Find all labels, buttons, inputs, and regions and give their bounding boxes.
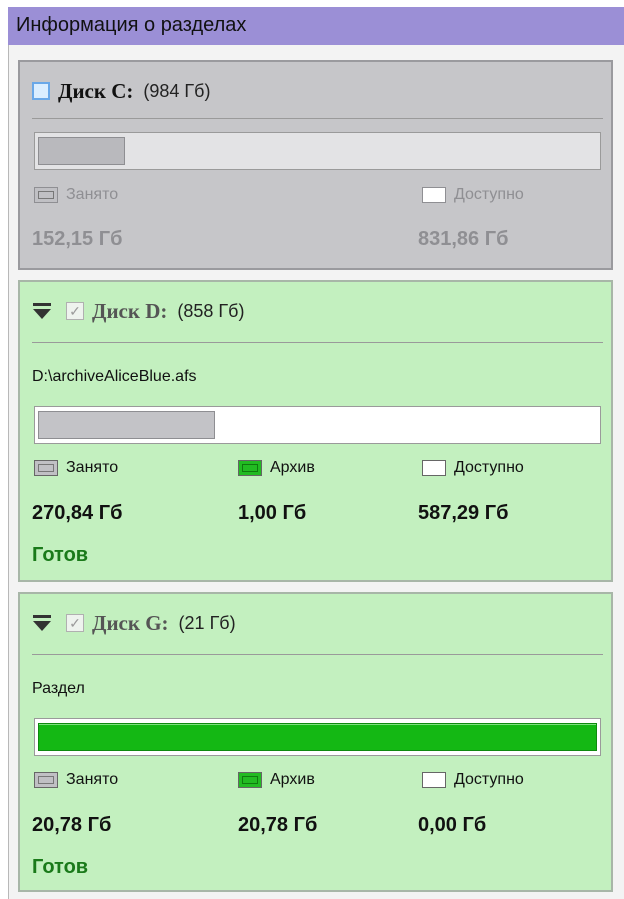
disk-c-available-value: 831,86 Гб (418, 228, 509, 250)
disk-c-separator (32, 118, 603, 119)
collapse-arrow-icon[interactable] (32, 613, 52, 633)
disk-c-usage-bar (34, 132, 601, 170)
disk-d-status: Готов (32, 544, 89, 566)
disk-d-legend-archive-label: Архив (270, 459, 315, 476)
disk-d-separator (32, 342, 603, 343)
window-title: Информация о разделах (16, 14, 247, 36)
disk-c-legend-available-label: Доступно (454, 186, 524, 203)
disk-g-status: Готов (32, 856, 89, 878)
disk-c-legend-used-label: Занято (66, 186, 119, 203)
disk-g-legend-available: Доступно (422, 771, 524, 789)
disk-g-legend-used-label: Занято (66, 771, 119, 788)
available-swatch-icon (422, 772, 446, 788)
disk-d-used-fill (38, 411, 215, 439)
disk-g-path: Раздел (32, 680, 85, 697)
disk-d-available-value: 587,29 Гб (418, 502, 509, 524)
disk-c-header: Диск C: (984 Гб) (32, 76, 210, 106)
disk-d-size: (858 Гб) (177, 300, 245, 321)
disk-g-usage-bar (34, 718, 601, 756)
disk-c-panel: Диск C: (984 Гб) Занято Доступно 152,15 … (18, 60, 613, 270)
disk-g-available-value: 0,00 Гб (418, 814, 487, 836)
disk-c-legend-used: Занято (34, 186, 118, 204)
disk-c-used-fill (38, 137, 125, 165)
disk-d-usage-bar (34, 406, 601, 444)
disk-d-checkbox[interactable]: ✓ (66, 302, 84, 320)
disk-c-legend-available: Доступно (422, 186, 524, 204)
disk-d-path: D:\archiveAliceBlue.afs (32, 368, 197, 385)
disk-d-legend-available-label: Доступно (454, 459, 524, 476)
disk-d-panel: ✓ Диск D: (858 Гб) D:\archiveAliceBlue.a… (18, 280, 613, 582)
disk-g-checkbox[interactable]: ✓ (66, 614, 84, 632)
disk-d-legend-used-label: Занято (66, 459, 119, 476)
disk-c-checkbox[interactable] (32, 82, 50, 100)
disk-c-size: (984 Гб) (143, 80, 211, 101)
archive-swatch-icon (238, 460, 262, 476)
used-swatch-icon (34, 772, 58, 788)
panel-titlebar: Информация о разделах (8, 7, 624, 45)
available-swatch-icon (422, 460, 446, 476)
used-swatch-icon (34, 460, 58, 476)
available-swatch-icon (422, 187, 446, 203)
disk-d-header: ✓ Диск D: (858 Гб) (32, 296, 244, 326)
disk-g-size: (21 Гб) (178, 612, 236, 633)
disk-g-separator (32, 654, 603, 655)
disk-g-legend-available-label: Доступно (454, 771, 524, 788)
disk-g-archive-value: 20,78 Гб (238, 814, 318, 836)
used-swatch-icon (34, 187, 58, 203)
disk-g-archive-fill (38, 723, 597, 751)
disk-d-legend-archive: Архив (238, 459, 315, 477)
disk-g-panel: ✓ Диск G: (21 Гб) Раздел Занято Архив До… (18, 592, 613, 892)
disk-d-legend-available: Доступно (422, 459, 524, 477)
disk-g-legend-archive: Архив (238, 771, 315, 789)
disk-g-legend-archive-label: Архив (270, 771, 315, 788)
archive-swatch-icon (238, 772, 262, 788)
disk-d-used-value: 270,84 Гб (32, 502, 123, 524)
disk-d-legend-used: Занято (34, 459, 118, 477)
disk-g-used-value: 20,78 Гб (32, 814, 112, 836)
disk-d-name: Диск D: (92, 298, 168, 323)
disk-g-header: ✓ Диск G: (21 Гб) (32, 608, 236, 638)
disk-c-used-value: 152,15 Гб (32, 228, 123, 250)
disk-g-legend-used: Занято (34, 771, 118, 789)
disk-c-name: Диск C: (58, 78, 134, 103)
disk-g-name: Диск G: (92, 610, 169, 635)
collapse-arrow-icon[interactable] (32, 301, 52, 321)
disk-d-archive-value: 1,00 Гб (238, 502, 307, 524)
